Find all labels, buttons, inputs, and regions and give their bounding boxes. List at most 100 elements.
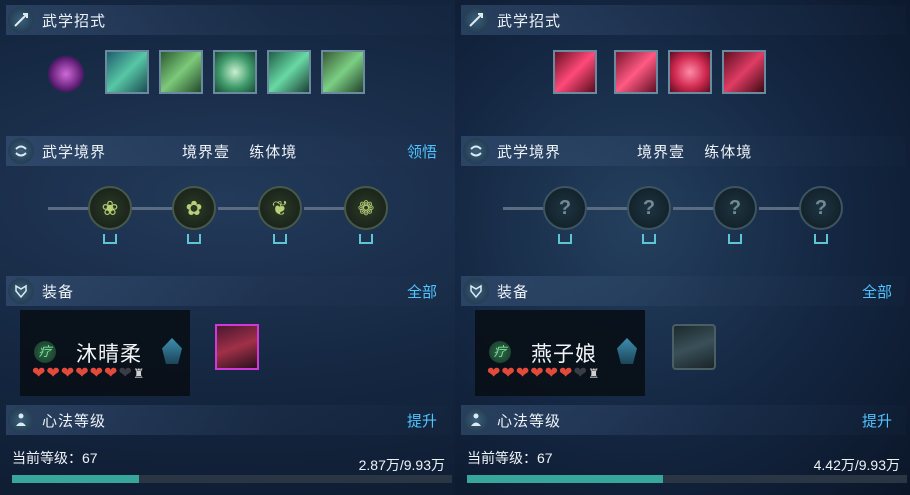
- equipment-slot-empty[interactable]: [672, 324, 716, 370]
- character-card[interactable]: 疗 沐晴柔 ❤ ❤ ❤ ❤ ❤ ❤ ❤ ♜: [20, 310, 190, 396]
- heart-icon: ❤: [104, 365, 118, 382]
- panel-left: 武学招式 武学境界 境界壹 练体境 领悟 ❀ ✿ ❦ ❁ 装备 全部 疗 沐晴柔…: [0, 0, 455, 495]
- exp-bar: [467, 475, 907, 483]
- realm-header: 武学境界 境界壹 练体境: [461, 136, 906, 166]
- equip-header: 装备 全部: [6, 276, 451, 306]
- meditation-icon: [8, 407, 34, 433]
- heart-icon: ❤: [515, 365, 530, 382]
- heart-icon: ❤: [559, 365, 573, 382]
- question-icon: ?: [814, 196, 828, 219]
- figure-icon: ♜: [587, 366, 600, 381]
- skills-title: 武学招式: [42, 12, 107, 30]
- realm-node-3[interactable]: ❦: [258, 186, 302, 230]
- skill-slot-1[interactable]: [105, 50, 149, 94]
- skills-header: 武学招式: [6, 5, 451, 35]
- realm-node-2[interactable]: ?: [627, 186, 671, 230]
- heart-icon: ❤: [487, 365, 501, 382]
- node-connector: [48, 207, 90, 210]
- all-button[interactable]: 全部: [407, 281, 437, 302]
- all-button[interactable]: 全部: [862, 281, 892, 302]
- heart-empty-icon: ❤: [118, 365, 132, 382]
- node-slot: [728, 234, 742, 244]
- realm-level: 境界壹: [637, 143, 686, 161]
- exp-value: 4.42万/9.93万: [813, 457, 900, 473]
- node-connector: [759, 207, 801, 210]
- realm-node-4[interactable]: ?: [799, 186, 843, 230]
- skill-slot-3[interactable]: [668, 50, 712, 94]
- skill-slot-5[interactable]: [321, 50, 365, 94]
- current-level: 当前等级：67: [467, 450, 553, 466]
- node-connector: [304, 207, 346, 210]
- realm-nodes: ❀ ✿ ❦ ❁: [0, 186, 455, 246]
- inner-skill-icon[interactable]: [48, 54, 84, 94]
- current-level: 当前等级：67: [12, 450, 98, 466]
- equip-title: 装备: [42, 283, 75, 301]
- heart-icon: ❤: [544, 365, 559, 382]
- xinfa-header: 心法等级 提升: [6, 405, 451, 435]
- figure-icon: ♜: [132, 366, 145, 381]
- heal-role-icon: 疗: [34, 341, 56, 363]
- character-class-icon: [162, 338, 182, 364]
- node-connector: [218, 207, 260, 210]
- character-name: 燕子娘: [531, 343, 597, 366]
- character-card[interactable]: 疗 燕子娘 ❤ ❤ ❤ ❤ ❤ ❤ ❤ ♜: [475, 310, 645, 396]
- node-connector: [132, 207, 174, 210]
- realm-node-1[interactable]: ?: [543, 186, 587, 230]
- armor-icon: [463, 278, 489, 304]
- question-icon: ?: [642, 196, 656, 219]
- realm-node-3[interactable]: ?: [713, 186, 757, 230]
- skill-slot-2[interactable]: [614, 50, 658, 94]
- skill-slot-1[interactable]: [553, 50, 597, 94]
- heart-empty-icon: ❤: [573, 365, 587, 382]
- skill-slot-2[interactable]: [159, 50, 203, 94]
- node-slot: [814, 234, 828, 244]
- realm-stage: 练体境: [249, 143, 298, 161]
- armor-icon: [8, 278, 34, 304]
- game-ui: 武学招式 武学境界 境界壹 练体境 领悟 ❀ ✿ ❦ ❁ 装备 全部 疗 沐晴柔…: [0, 0, 910, 495]
- node-slot: [359, 234, 373, 244]
- heal-hearts: ❤ ❤ ❤ ❤ ❤ ❤ ❤ ♜: [32, 365, 146, 383]
- sword-icon: [463, 7, 489, 33]
- swirl-icon: [8, 138, 34, 164]
- node-connector: [587, 207, 629, 210]
- skill-list: [455, 50, 910, 100]
- upgrade-button[interactable]: 提升: [862, 410, 892, 431]
- lotus-icon: ✿: [185, 197, 203, 220]
- equip-title: 装备: [497, 283, 530, 301]
- heart-icon: ❤: [46, 365, 60, 382]
- node-slot: [558, 234, 572, 244]
- realm-header: 武学境界 境界壹 练体境 领悟: [6, 136, 451, 166]
- node-slot: [187, 234, 201, 244]
- equipment-slot[interactable]: [215, 324, 259, 370]
- heart-icon: ❤: [75, 365, 89, 382]
- lotus-icon: ❀: [101, 197, 119, 220]
- realm-stage: 练体境: [704, 143, 753, 161]
- heart-icon: ❤: [89, 365, 104, 382]
- question-icon: ?: [728, 196, 742, 219]
- skill-list: [0, 50, 455, 100]
- exp-bar-fill: [467, 475, 663, 483]
- node-slot: [642, 234, 656, 244]
- heart-icon: ❤: [60, 365, 75, 382]
- lotus-icon: ❦: [271, 197, 289, 220]
- exp-bar-fill: [12, 475, 140, 483]
- exp-value: 2.87万/9.93万: [358, 457, 445, 473]
- realm-title: 武学境界: [497, 143, 562, 161]
- upgrade-button[interactable]: 提升: [407, 410, 437, 431]
- realm-node-1[interactable]: ❀: [88, 186, 132, 230]
- skill-slot-3[interactable]: [213, 50, 257, 94]
- node-slot: [103, 234, 117, 244]
- xinfa-header: 心法等级 提升: [461, 405, 906, 435]
- realm-node-4[interactable]: ❁: [344, 186, 388, 230]
- skill-slot-4[interactable]: [722, 50, 766, 94]
- panel-right: 武学招式 武学境界 境界壹 练体境 ? ? ? ? 装备 全部 疗 燕子娘 ❤ …: [455, 0, 910, 495]
- comprehend-button[interactable]: 领悟: [407, 141, 437, 162]
- node-connector: [503, 207, 545, 210]
- character-class-icon: [617, 338, 637, 364]
- realm-level: 境界壹: [182, 143, 231, 161]
- skill-slot-4[interactable]: [267, 50, 311, 94]
- xinfa-title: 心法等级: [497, 412, 562, 430]
- character-name: 沐晴柔: [76, 343, 142, 366]
- question-icon: ?: [558, 196, 572, 219]
- realm-node-2[interactable]: ✿: [172, 186, 216, 230]
